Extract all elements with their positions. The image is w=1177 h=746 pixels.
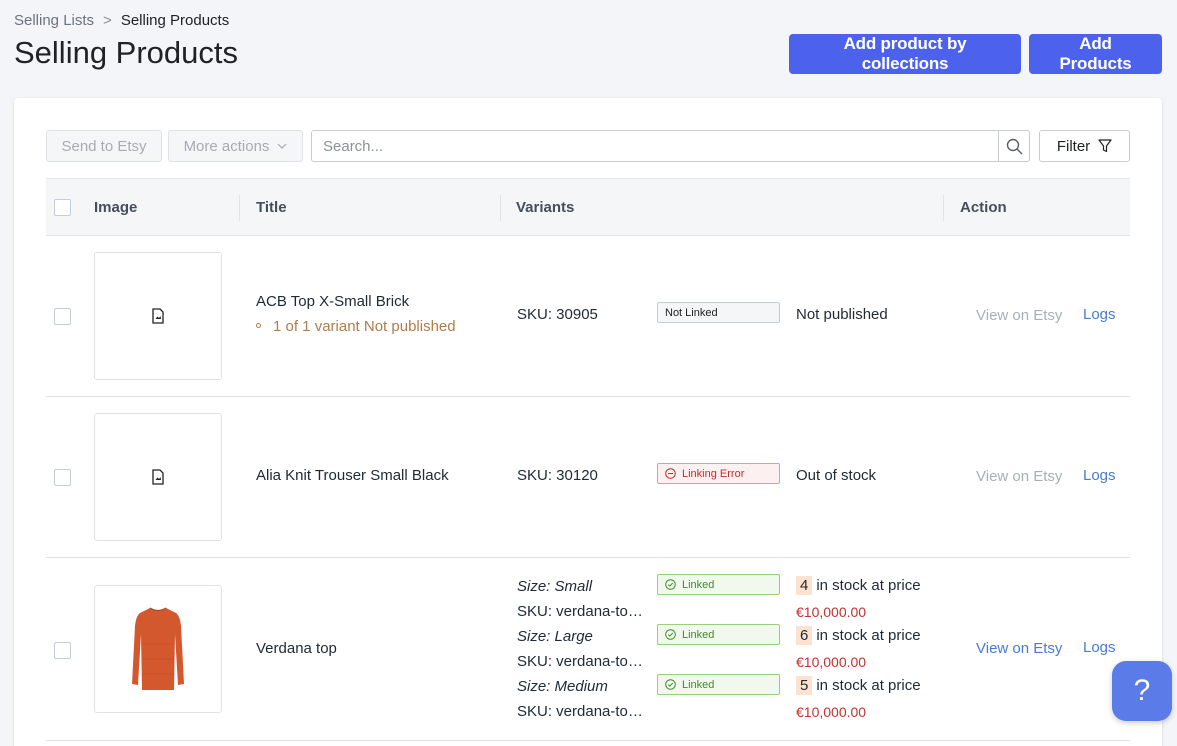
status-badge-label: Linking Error	[682, 467, 745, 480]
variant-size: Size: Large	[517, 628, 593, 645]
logs-link[interactable]: Logs	[1083, 639, 1116, 656]
check-circle-icon	[665, 679, 676, 690]
view-on-etsy-link[interactable]: View on Etsy	[976, 307, 1062, 324]
header-divider	[239, 195, 240, 221]
product-title[interactable]: Alia Knit Trouser Small Black	[256, 467, 449, 484]
status-badge-linked: Linked	[657, 574, 780, 595]
stock-quantity: 6	[796, 626, 813, 645]
product-title[interactable]: Verdana top	[256, 640, 337, 657]
status-badge-linked: Linked	[657, 674, 780, 695]
stock-info: 5 in stock at price	[796, 676, 921, 695]
status-badge-label: Linked	[682, 678, 715, 691]
variant-price: €10,000.00	[796, 654, 867, 670]
variant-size: Size: Small	[517, 578, 593, 595]
stock-quantity: 5	[796, 676, 813, 695]
variant-price: €10,000.00	[796, 604, 867, 620]
header-image[interactable]: Image	[94, 199, 137, 216]
filter-icon	[1098, 139, 1112, 153]
product-title[interactable]: ACB Top X-Small Brick	[256, 293, 409, 310]
variant-size: Size: Medium	[517, 678, 608, 695]
header-divider	[500, 195, 501, 221]
logs-link[interactable]: Logs	[1083, 306, 1116, 323]
variant-sku: SKU: verdana-to…	[517, 653, 643, 670]
product-image-placeholder[interactable]	[94, 413, 222, 541]
status-badge-label: Linked	[682, 628, 715, 641]
filter-button[interactable]: Filter	[1039, 130, 1130, 162]
table-row: Alia Knit Trouser Small Black SKU: 30120…	[46, 397, 1130, 558]
status-badge-linking-error: Linking Error	[657, 463, 780, 484]
breadcrumb-parent[interactable]: Selling Lists	[14, 12, 94, 29]
stock-text: in stock at price	[816, 627, 921, 644]
variant-sku: SKU: verdana-to…	[517, 603, 643, 620]
check-circle-icon	[665, 629, 676, 640]
row-checkbox[interactable]	[54, 642, 71, 659]
file-image-icon	[152, 469, 164, 485]
view-on-etsy-link[interactable]: View on Etsy	[976, 640, 1062, 657]
variant-status-note: 1 of 1 variant Not published	[256, 318, 456, 335]
row-checkbox[interactable]	[54, 308, 71, 325]
search-icon	[1006, 138, 1022, 154]
search-bar	[311, 130, 1030, 162]
search-button[interactable]	[998, 131, 1029, 161]
header-divider	[943, 195, 944, 221]
add-products-button[interactable]: Add Products	[1029, 34, 1162, 74]
stock-status: Out of stock	[796, 467, 877, 484]
variant-sku: SKU: 30905	[517, 306, 598, 323]
breadcrumb: Selling Lists > Selling Products	[14, 12, 229, 29]
page-title: Selling Products	[14, 35, 239, 70]
logs-link[interactable]: Logs	[1083, 467, 1116, 484]
error-circle-icon	[665, 468, 676, 479]
help-button[interactable]: ?	[1112, 661, 1172, 721]
add-product-by-collections-button[interactable]: Add product by collections	[789, 34, 1021, 74]
select-all-checkbox[interactable]	[54, 199, 71, 216]
stock-text: in stock at price	[816, 677, 921, 694]
breadcrumb-separator: >	[103, 12, 112, 29]
bullet-icon	[256, 322, 261, 328]
header-variants[interactable]: Variants	[516, 199, 574, 216]
filter-label: Filter	[1056, 137, 1091, 155]
row-checkbox[interactable]	[54, 469, 71, 486]
help-label: ?	[1133, 674, 1151, 707]
status-badge-linked: Linked	[657, 624, 780, 645]
variant-sku: SKU: 30120	[517, 467, 598, 484]
variant-sku: SKU: verdana-to…	[517, 703, 643, 720]
products-card: Send to Etsy More actions Filter Image T…	[14, 98, 1162, 746]
variant-status-text: 1 of 1 variant Not published	[273, 318, 456, 335]
breadcrumb-current: Selling Products	[120, 12, 230, 29]
product-image-placeholder[interactable]	[94, 252, 222, 380]
chevron-down-icon	[278, 143, 287, 149]
stock-info: 4 in stock at price	[796, 576, 921, 595]
stock-status: Not published	[796, 306, 888, 323]
stock-quantity: 4	[796, 576, 813, 595]
orange-top-image	[132, 607, 184, 690]
stock-text: in stock at price	[816, 577, 921, 594]
check-circle-icon	[665, 579, 676, 590]
stock-info: 6 in stock at price	[796, 626, 921, 645]
send-to-etsy-button[interactable]: Send to Etsy	[46, 130, 162, 162]
product-image[interactable]	[94, 585, 222, 713]
header-action[interactable]: Action	[960, 199, 1007, 216]
variant-price: €10,000.00	[796, 704, 867, 720]
table-header: Image Title Variants Action	[46, 178, 1130, 236]
more-actions-button[interactable]: More actions	[168, 130, 303, 162]
file-image-icon	[152, 308, 164, 324]
table-row: ACB Top X-Small Brick 1 of 1 variant Not…	[46, 236, 1130, 397]
table-row: Verdana top Size: Small SKU: verdana-to……	[46, 558, 1130, 741]
view-on-etsy-link[interactable]: View on Etsy	[976, 468, 1062, 485]
search-input[interactable]	[312, 131, 998, 161]
status-badge-not-linked: Not Linked	[657, 302, 780, 323]
status-badge-label: Linked	[682, 578, 715, 591]
more-actions-label: More actions	[183, 137, 270, 155]
header-title[interactable]: Title	[256, 199, 287, 216]
